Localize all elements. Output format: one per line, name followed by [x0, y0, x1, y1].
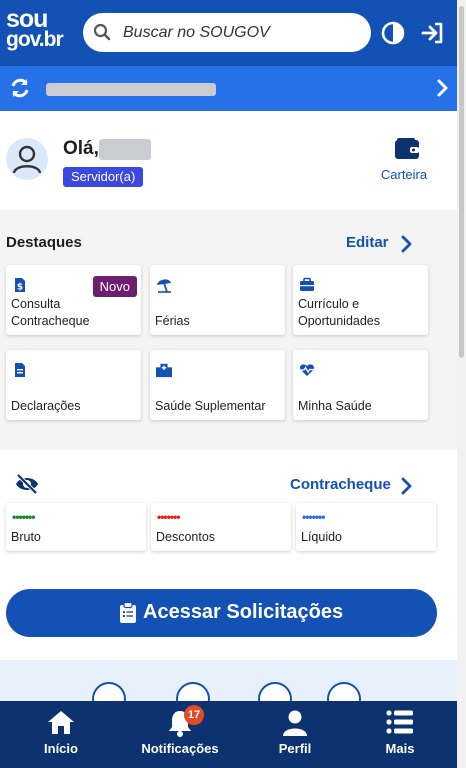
wallet-button[interactable] [382, 137, 432, 166]
card-ferias[interactable]: Férias [150, 265, 285, 335]
metric-card-descontos[interactable]: ••••••• Descontos [151, 503, 291, 551]
hidden-value-dots: ••••••• [302, 510, 325, 524]
chevron-right-icon[interactable] [400, 235, 414, 253]
card-consulta-contracheque[interactable]: $ Novo Consulta Contracheque [6, 265, 141, 335]
redacted-user-name [99, 139, 151, 160]
scrollbar-thumb[interactable] [459, 6, 464, 358]
section-title: Destaques [6, 234, 82, 251]
person-icon [283, 710, 307, 736]
briefcase-icon [300, 277, 314, 291]
notification-count-badge: 17 [184, 705, 204, 725]
wallet-label[interactable]: Carteira [370, 167, 438, 182]
quick-access-peek [0, 660, 457, 716]
hidden-value-dots: ••••••• [157, 510, 180, 524]
redacted-org-name [46, 83, 216, 96]
hidden-value-dots: ••••••• [12, 510, 35, 524]
beach-umbrella-icon [157, 279, 171, 293]
card-label: Declarações [11, 399, 81, 413]
profile-section: Olá, Servidor(a) Carteira [0, 111, 457, 210]
scrollbar[interactable] [457, 0, 466, 768]
nav-label: Perfil [278, 741, 312, 756]
metric-card-bruto[interactable]: ••••••• Bruto [6, 503, 146, 551]
wallet-icon [395, 138, 419, 159]
sougov-logo[interactable]: sou gov.br [6, 5, 64, 51]
nav-mais[interactable]: Mais [350, 701, 450, 768]
search-input[interactable] [123, 21, 361, 45]
app-screen: sou gov.br Buscar no SOUGOV Olá, Servido… [0, 0, 457, 768]
heart-pulse-icon [300, 364, 314, 376]
menu-list-icon [386, 710, 413, 734]
user-avatar-icon [12, 145, 42, 174]
metric-card-liquido[interactable]: ••••••• Líquido [296, 503, 436, 551]
document-icon [15, 363, 25, 377]
refresh-icon[interactable] [9, 77, 31, 99]
card-label: Currículo e Oportunidades [298, 297, 381, 328]
search-icon [93, 23, 111, 41]
card-minha-saude[interactable]: Minha Saúde [293, 350, 428, 420]
org-banner[interactable] [0, 66, 457, 111]
access-requests-button[interactable]: Acessar Solicitações [6, 589, 437, 637]
destaques-section: Destaques Editar $ Novo Consulta Contrac… [0, 210, 457, 448]
card-label: Consulta Contracheque [11, 297, 90, 328]
nav-notificacoes[interactable]: Notificações [130, 701, 230, 768]
card-curriculo[interactable]: Currículo e Oportunidades [293, 265, 428, 335]
nav-label: Notificações [141, 741, 219, 756]
hospital-icon [156, 363, 172, 378]
svg-text:$: $ [17, 283, 23, 293]
new-badge: Novo [92, 276, 137, 297]
chevron-right-icon[interactable] [400, 477, 414, 495]
nav-label: Início [44, 741, 78, 756]
metric-label: Bruto [11, 530, 41, 544]
top-header: sou gov.br [0, 0, 457, 66]
logo-line1: sou [6, 5, 48, 33]
nav-label: Mais [385, 741, 415, 756]
search-bar[interactable] [83, 13, 371, 52]
role-badge: Servidor(a) [63, 167, 144, 187]
avatar[interactable] [6, 138, 48, 180]
edit-link[interactable]: Editar [346, 234, 389, 251]
bottom-navigation: Início Notificações 17 Perfil Mais [0, 701, 457, 768]
home-icon [48, 711, 74, 734]
logo-line2: gov.br [6, 28, 64, 51]
nav-inicio[interactable]: Início [11, 701, 111, 768]
chevron-right-icon[interactable] [436, 78, 450, 98]
card-saude-suplementar[interactable]: Saúde Suplementar [150, 350, 285, 420]
dollar-doc-icon: $ [15, 278, 25, 293]
contrast-icon[interactable] [380, 20, 406, 46]
cta-label: Acessar Solicitações [143, 601, 344, 623]
eye-slash-icon[interactable] [14, 473, 40, 495]
metric-label: Descontos [156, 530, 216, 544]
contracheque-section: Contracheque ••••••• Bruto ••••••• Desco… [0, 450, 457, 660]
card-label: Minha Saúde [298, 399, 372, 413]
greeting-text: Olá, [63, 138, 99, 159]
card-label: Saúde Suplementar [155, 399, 266, 413]
clipboard-list-icon [120, 602, 136, 623]
nav-perfil[interactable]: Perfil [245, 701, 345, 768]
card-label: Férias [155, 314, 190, 328]
metric-label: Líquido [301, 530, 343, 544]
sign-in-icon[interactable] [420, 20, 446, 46]
card-declaracoes[interactable]: Declarações [6, 350, 141, 420]
contracheque-link[interactable]: Contracheque [290, 476, 391, 493]
